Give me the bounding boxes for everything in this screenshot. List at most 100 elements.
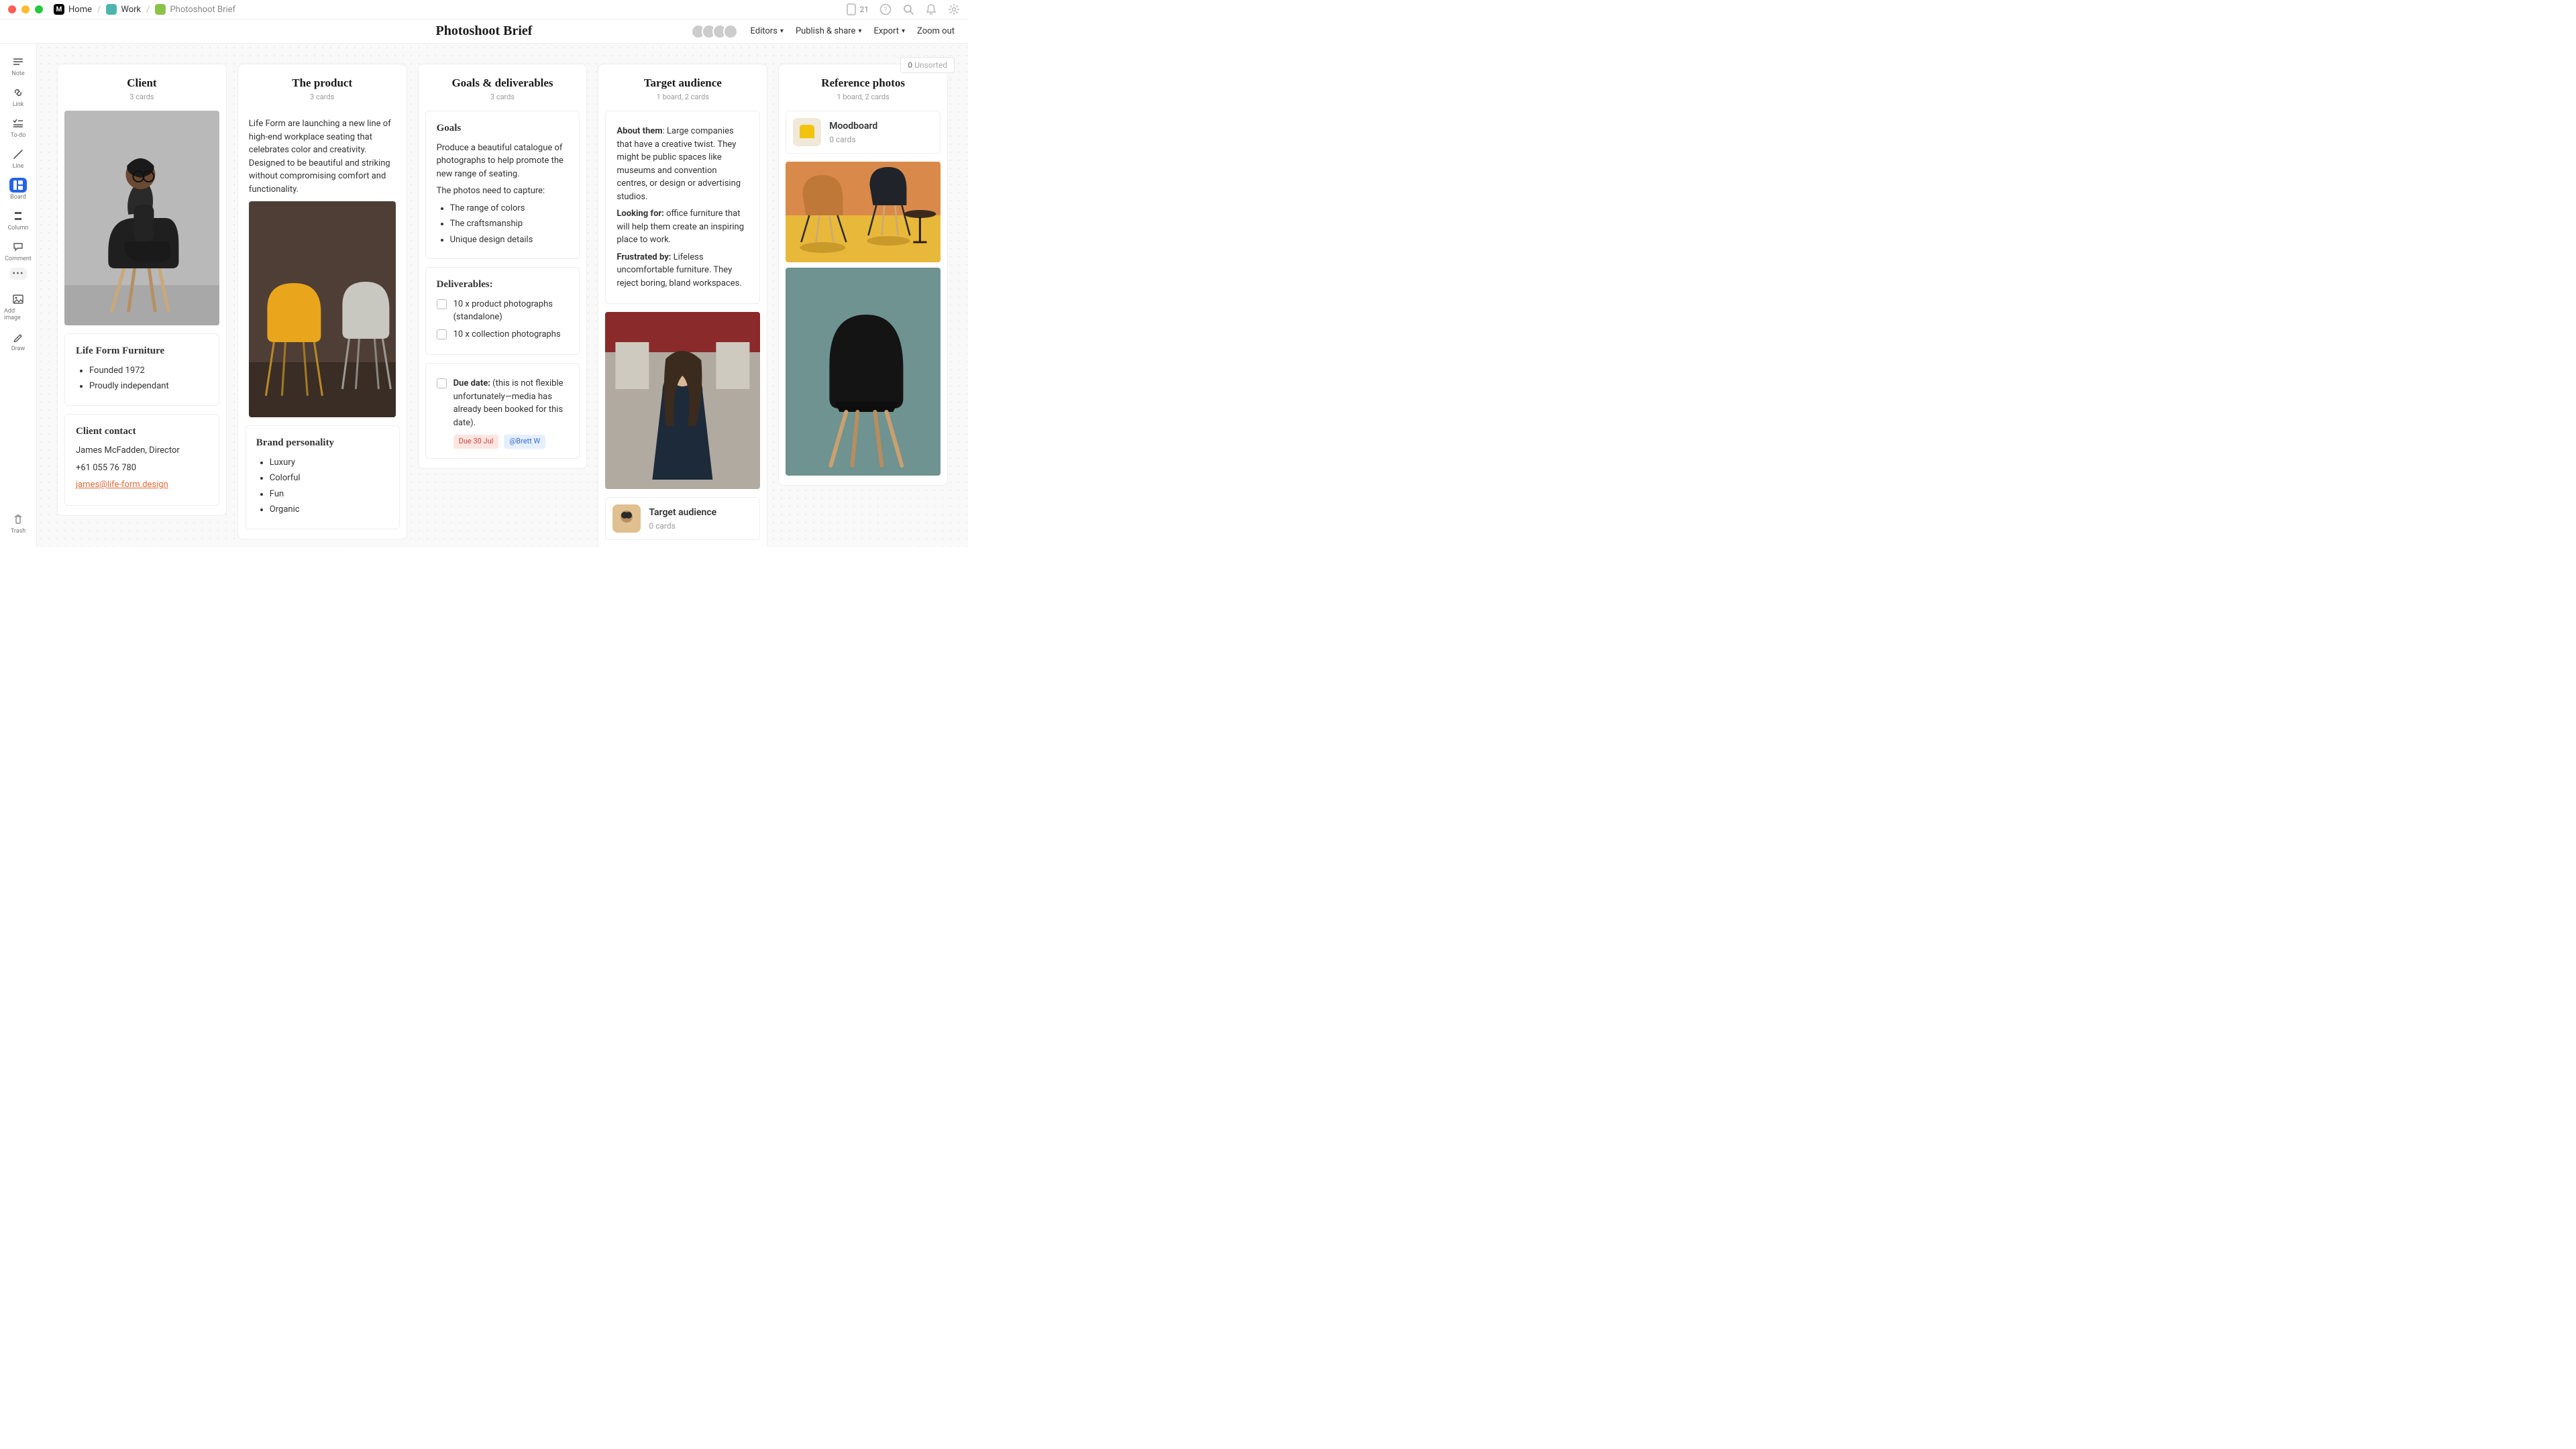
due-text: Due date: (this is not flexible unfortun… xyxy=(453,377,569,429)
comment-icon xyxy=(9,239,27,254)
crumb-work-label: Work xyxy=(121,5,141,15)
tool-note[interactable]: Note xyxy=(4,52,32,81)
client-photo xyxy=(64,111,219,325)
tool-board-label: Board xyxy=(10,194,26,201)
zoom-out-button[interactable]: Zoom out xyxy=(917,26,955,36)
folder-icon xyxy=(106,4,117,15)
tool-add-image[interactable]: Add image xyxy=(4,289,32,325)
column-audience[interactable]: Target audience 1 board, 2 cards About t… xyxy=(598,64,767,547)
device-count: 21 xyxy=(860,5,869,14)
crumb-current[interactable]: Photoshoot Brief xyxy=(155,4,235,15)
doc-header: Photoshoot Brief Editors ▾ Publish & sha… xyxy=(0,19,968,44)
pencil-icon xyxy=(9,329,27,344)
mention-chip[interactable]: @Brett W xyxy=(504,435,545,449)
audience-card[interactable]: About them: Large companies that have a … xyxy=(605,111,760,304)
looking-label: Looking for: xyxy=(616,209,663,219)
contact-email-link[interactable]: james@life-form.design xyxy=(76,480,168,490)
tool-link[interactable]: Link xyxy=(4,83,32,112)
editors-dropdown[interactable]: Editors ▾ xyxy=(750,26,783,36)
close-window[interactable] xyxy=(8,5,16,13)
tool-line-label: Line xyxy=(13,163,24,170)
publish-label: Publish & share xyxy=(796,26,856,36)
audience-photo xyxy=(605,312,760,489)
tool-board[interactable]: Board xyxy=(4,175,32,205)
column-sub: 1 board, 2 cards xyxy=(605,93,760,101)
tablet-icon xyxy=(845,3,857,15)
client-image-card[interactable] xyxy=(64,111,219,325)
due-chip[interactable]: Due 30 Jul xyxy=(453,435,499,449)
device-badge[interactable]: 21 xyxy=(845,3,869,15)
about-text: : Large companies that have a creative t… xyxy=(616,126,741,202)
deliv-item[interactable]: 10 x collection photographs xyxy=(437,328,569,341)
checkbox[interactable] xyxy=(437,329,447,339)
unsorted-count: 0 xyxy=(908,60,912,70)
publish-dropdown[interactable]: Publish & share ▾ xyxy=(796,26,862,36)
contact-heading: Client contact xyxy=(76,424,208,439)
doc-title[interactable]: Photoshoot Brief xyxy=(436,23,533,39)
crumb-home[interactable]: M Home xyxy=(54,4,92,15)
reference-image-1[interactable] xyxy=(786,162,941,476)
column-sub: 3 cards xyxy=(245,93,400,101)
chevron-down-icon: ▾ xyxy=(858,28,861,35)
deliv-text: 10 x collection photographs xyxy=(453,328,561,341)
checkbox[interactable] xyxy=(437,299,447,309)
presence-avatars[interactable] xyxy=(695,24,738,39)
brand-bullet: Fun xyxy=(270,488,388,501)
moodboard-link[interactable]: Moodboard 0 cards xyxy=(786,111,941,154)
unsorted-badge[interactable]: 0 Unsorted xyxy=(900,57,955,73)
crumb-work[interactable]: Work xyxy=(106,4,141,15)
search-icon[interactable] xyxy=(902,3,914,15)
tool-line[interactable]: Line xyxy=(4,144,32,174)
tool-comment[interactable]: Comment xyxy=(4,237,32,266)
column-product[interactable]: The product 3 cards Life Form are launch… xyxy=(237,64,407,539)
goals-card[interactable]: Goals Produce a beautiful catalogue of p… xyxy=(425,111,580,259)
goals-p1: Produce a beautiful catalogue of photogr… xyxy=(437,142,569,181)
tool-column[interactable]: Column xyxy=(4,206,32,235)
board-link-title: Target audience xyxy=(649,506,716,520)
deliv-text: 10 x product photographs (standalone) xyxy=(453,298,569,324)
client-company-card[interactable]: Life Form Furniture Founded 1972 Proudly… xyxy=(64,333,219,406)
board-thumb xyxy=(793,118,821,146)
gear-icon[interactable] xyxy=(948,3,960,15)
goals-bullet: The range of colors xyxy=(450,202,569,215)
tool-draw[interactable]: Draw xyxy=(4,327,32,356)
column-client[interactable]: Client 3 cards xyxy=(57,64,227,516)
breadcrumb: M Home / Work / Photoshoot Brief xyxy=(54,4,235,15)
crumb-current-label: Photoshoot Brief xyxy=(170,5,235,15)
bell-icon[interactable] xyxy=(925,3,937,15)
minimize-window[interactable] xyxy=(21,5,30,13)
titlebar: M Home / Work / Photoshoot Brief 21 ? xyxy=(0,0,968,19)
column-title: Client xyxy=(64,76,219,90)
column-goals[interactable]: Goals & deliverables 3 cards Goals Produ… xyxy=(418,64,588,469)
brand-personality-card[interactable]: Brand personality Luxury Colorful Fun Or… xyxy=(245,425,400,529)
crumb-home-label: Home xyxy=(68,5,92,15)
tool-trash[interactable]: Trash xyxy=(4,509,32,539)
column-title: The product xyxy=(245,76,400,90)
mood-sub: 0 cards xyxy=(829,133,877,146)
board-icon xyxy=(9,178,27,193)
chevron-down-icon: ▾ xyxy=(780,28,784,35)
tool-link-label: Link xyxy=(13,101,24,108)
client-contact-card[interactable]: Client contact James McFadden, Director … xyxy=(64,414,219,506)
product-blurb-card[interactable]: Life Form are launching a new line of hi… xyxy=(245,111,400,417)
tool-more[interactable]: ••• xyxy=(9,268,27,280)
column-title: Reference photos xyxy=(786,76,941,90)
column-reference[interactable]: Reference photos 1 board, 2 cards Moodbo… xyxy=(778,64,948,486)
deliv-item[interactable]: 10 x product photographs (standalone) xyxy=(437,298,569,324)
canvas[interactable]: 0 Unsorted Client 3 cards xyxy=(37,44,968,547)
column-sub: 3 cards xyxy=(64,93,219,101)
brand-bullet: Organic xyxy=(270,503,388,517)
line-icon xyxy=(9,147,27,162)
export-dropdown[interactable]: Export ▾ xyxy=(873,26,905,36)
checkbox[interactable] xyxy=(437,378,447,388)
product-blurb: Life Form are launching a new line of hi… xyxy=(249,117,396,196)
help-icon[interactable]: ? xyxy=(879,3,892,15)
todo-icon xyxy=(9,116,27,131)
audience-board-link[interactable]: Target audience 0 cards xyxy=(605,497,760,540)
audience-image-card[interactable] xyxy=(605,312,760,489)
column-title: Goals & deliverables xyxy=(425,76,580,90)
deliverables-card[interactable]: Deliverables: 10 x product photographs (… xyxy=(425,267,580,355)
tool-todo[interactable]: To-do xyxy=(4,113,32,143)
maximize-window[interactable] xyxy=(35,5,43,13)
due-date-card[interactable]: Due date: (this is not flexible unfortun… xyxy=(425,363,580,459)
